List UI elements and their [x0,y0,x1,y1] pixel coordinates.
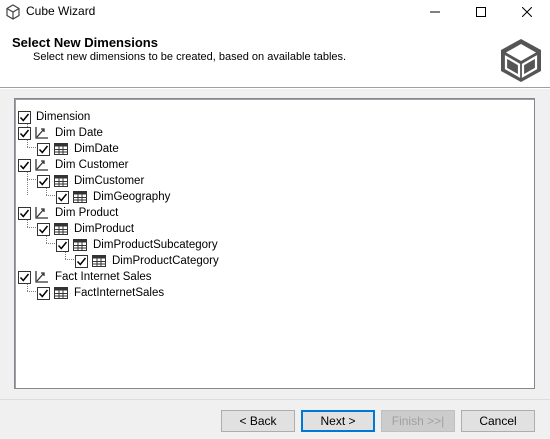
tree-item-dim-product[interactable]: Dim Product [18,205,118,221]
check-icon [19,129,30,138]
dimproduct-checkbox[interactable] [37,222,50,236]
tree-item-label: DimProductCategory [112,255,219,267]
tree-item-label: Dimension [36,111,91,123]
dimension-icon [35,207,48,219]
table-icon [73,191,87,203]
tree-item-factinternetsales[interactable]: FactInternetSales [37,285,164,301]
check-icon [38,225,49,234]
tree-item-dimproductsubcategory[interactable]: DimProductSubcategory [56,237,218,253]
tree-item-label: Dim Date [55,127,103,139]
title-bar: Cube Wizard [0,0,550,24]
tree-item-label: FactInternetSales [74,287,165,299]
finish-button[interactable]: Finish >>| [381,410,455,432]
dimension-tree[interactable]: Dimension Dim Date DimDate Dim Customer [14,98,535,389]
tree-item-dimcustomer[interactable]: DimCustomer [37,173,144,189]
tree-item-label: Fact Internet Sales [55,271,152,283]
check-icon [19,113,30,122]
dimproductcategory-checkbox[interactable] [75,254,88,268]
tree-item-label: DimProduct [74,223,135,235]
minimize-button[interactable] [412,0,458,24]
tree-item-label: DimProductSubcategory [93,239,218,251]
cancel-button[interactable]: Cancel [461,410,535,432]
dimcustomer-checkbox[interactable] [37,174,50,188]
tree-root-dimension[interactable]: Dimension [18,109,90,125]
check-icon [19,209,30,218]
table-icon [54,223,68,235]
tree-item-dimgeography[interactable]: DimGeography [56,189,170,205]
back-button[interactable]: < Back [221,410,295,432]
close-icon [522,7,532,17]
window-title: Cube Wizard [26,4,96,18]
tree-item-label: Dim Customer [55,159,129,171]
table-icon [73,239,87,251]
close-button[interactable] [504,0,550,24]
dimension-icon [35,271,48,283]
dimgeography-checkbox[interactable] [56,190,69,204]
dimension-checkbox[interactable] [18,110,31,124]
maximize-button[interactable] [458,0,504,24]
cube-icon [501,39,541,82]
table-icon [54,143,68,155]
wizard-header: Select New Dimensions Select new dimensi… [0,24,550,88]
check-icon [38,289,49,298]
check-icon [76,257,87,266]
cube-app-icon [6,4,20,20]
tree-item-dimproductcategory[interactable]: DimProductCategory [75,253,219,269]
tree-item-dim-customer[interactable]: Dim Customer [18,157,128,173]
page-title: Select New Dimensions [12,35,158,50]
content-area: Dimension Dim Date DimDate Dim Customer [0,89,550,399]
check-icon [38,145,49,154]
check-icon [57,193,68,202]
tree-connector [27,171,28,195]
dimension-icon [35,127,48,139]
wizard-footer: < Back Next > Finish >>| Cancel [0,399,550,439]
table-icon [54,175,68,187]
tree-item-label: DimDate [74,143,119,155]
tree-item-dim-date[interactable]: Dim Date [18,125,103,141]
dim-date-checkbox[interactable] [18,126,31,140]
dim-customer-checkbox[interactable] [18,158,31,172]
dimproductsubcategory-checkbox[interactable] [56,238,69,252]
minimize-icon [430,11,440,13]
check-icon [19,273,30,282]
table-icon [54,287,68,299]
tree-item-label: DimGeography [93,191,171,203]
check-icon [19,161,30,170]
next-button[interactable]: Next > [301,410,375,432]
dimension-icon [35,159,48,171]
dim-product-checkbox[interactable] [18,206,31,220]
maximize-icon [476,7,486,17]
check-icon [38,177,49,186]
tree-item-dimproduct[interactable]: DimProduct [37,221,134,237]
tree-item-label: DimCustomer [74,175,145,187]
fact-internet-sales-checkbox[interactable] [18,270,31,284]
tree-item-dimdate[interactable]: DimDate [37,141,119,157]
tree-item-label: Dim Product [55,207,119,219]
tree-item-fact-internet-sales[interactable]: Fact Internet Sales [18,269,152,285]
table-icon [92,255,106,267]
check-icon [57,241,68,250]
factinternetsales-checkbox[interactable] [37,286,50,300]
page-subtitle: Select new dimensions to be created, bas… [33,51,347,63]
dimdate-checkbox[interactable] [37,142,50,156]
